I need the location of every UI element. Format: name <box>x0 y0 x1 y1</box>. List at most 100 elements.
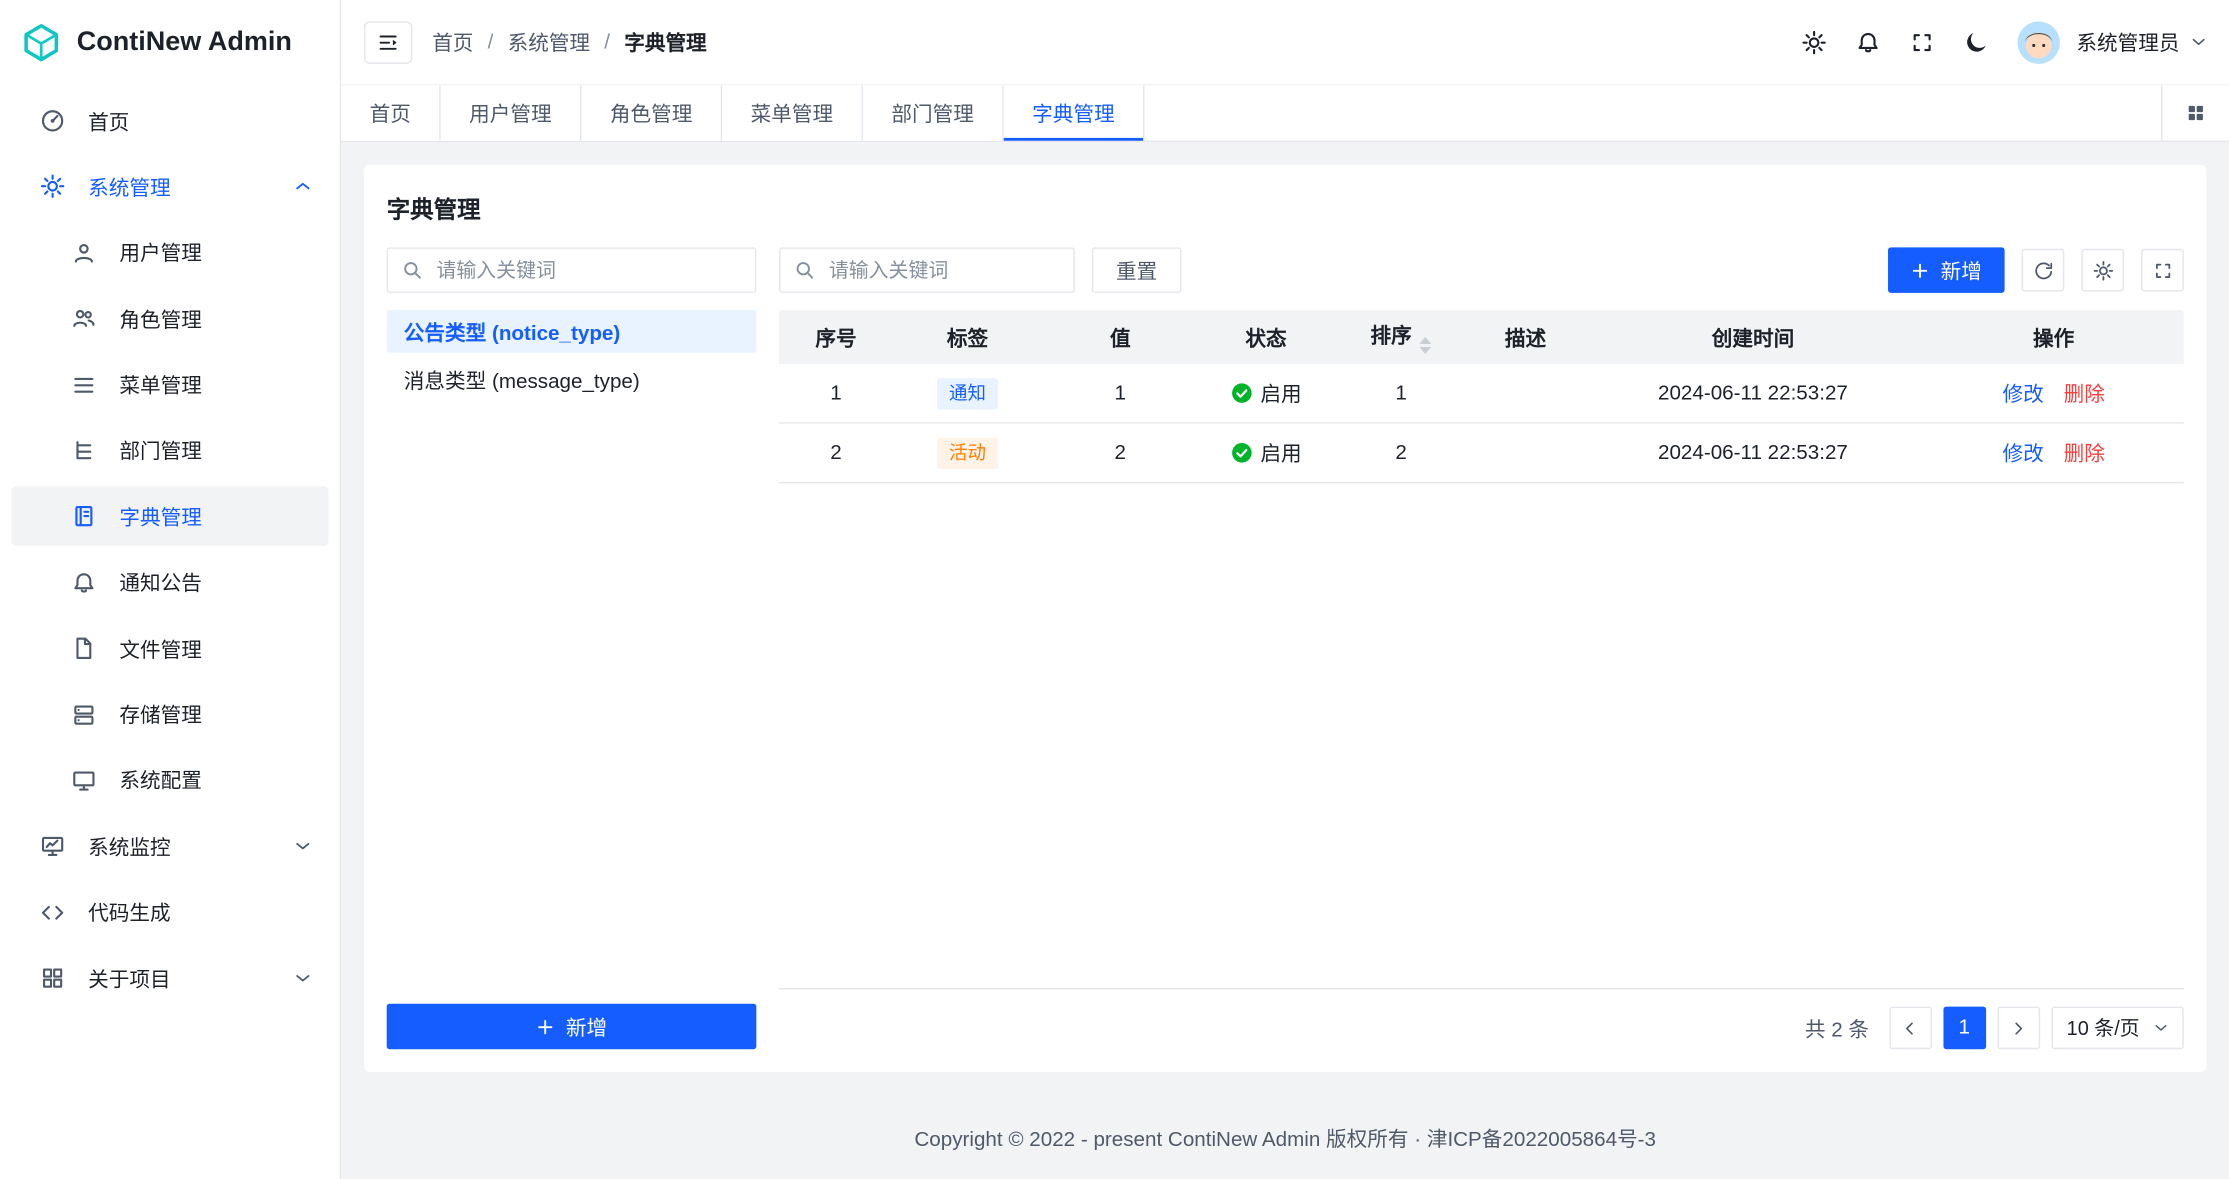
sidebar-item-about[interactable]: 关于项目 <box>11 948 328 1008</box>
cell-value: 2 <box>1042 441 1198 464</box>
tab-actions-icon[interactable] <box>2161 85 2229 140</box>
column-label: 标签 <box>893 322 1042 352</box>
edit-link[interactable]: 修改 <box>2002 384 2043 407</box>
sidebar-item-file-management[interactable]: 文件管理 <box>11 619 328 679</box>
main-area: 首页 / 系统管理 / 字典管理 <box>341 0 2229 1179</box>
breadcrumb: 首页 / 系统管理 / 字典管理 <box>432 27 706 57</box>
cell-no: 1 <box>779 382 893 405</box>
check-circle-icon <box>1230 382 1251 403</box>
sidebar-item-role-management[interactable]: 角色管理 <box>11 289 328 349</box>
cell-status: 启用 <box>1198 437 1333 468</box>
sidebar-item-label: 存储管理 <box>119 699 311 729</box>
cell-actions: 修改删除 <box>1924 378 2184 408</box>
user-name[interactable]: 系统管理员 <box>2076 27 2179 57</box>
plus-icon <box>536 1017 554 1035</box>
app-title: ContiNew Admin <box>77 27 292 58</box>
app-window: ContiNew Admin 首页 系统管理 <box>0 0 2229 1179</box>
table-row: 2 活动 2 启用 2 2024-06-11 22:53:27 <box>779 424 2184 484</box>
tag-badge: 活动 <box>938 437 998 468</box>
chevron-down-icon[interactable] <box>2191 34 2207 50</box>
sidebar-item-label: 用户管理 <box>119 238 311 268</box>
tree-icon <box>71 438 97 464</box>
tab-user-management[interactable]: 用户管理 <box>441 85 582 140</box>
sorter-icon[interactable] <box>1419 337 1432 354</box>
page-size-select[interactable]: 10 条/页 <box>2051 1007 2184 1050</box>
logo-icon <box>20 21 63 64</box>
edit-link[interactable]: 修改 <box>2002 444 2043 467</box>
dict-type-list: 公告类型 (notice_type) 消息类型 (message_type) <box>387 310 757 1004</box>
fullscreen-button[interactable] <box>1897 18 1945 66</box>
tab-dict-management[interactable]: 字典管理 <box>1004 85 1145 140</box>
topbar: 首页 / 系统管理 / 字典管理 <box>341 0 2229 85</box>
notifications-button[interactable] <box>1843 18 1891 66</box>
sidebar-item-system-monitor[interactable]: 系统监控 <box>11 816 328 876</box>
dict-type-add-button[interactable]: 新增 <box>387 1004 757 1049</box>
pagination-page-1[interactable]: 1 <box>1943 1007 1986 1050</box>
sidebar-item-user-management[interactable]: 用户管理 <box>11 223 328 283</box>
user-avatar[interactable] <box>2017 21 2060 64</box>
sidebar-item-label: 菜单管理 <box>119 370 311 400</box>
dict-item-search <box>779 247 1075 292</box>
tab-home[interactable]: 首页 <box>341 85 441 140</box>
settings-button[interactable] <box>1789 18 1837 66</box>
dict-item-search-input[interactable] <box>779 247 1075 292</box>
dict-type-item-notice[interactable]: 公告类型 (notice_type) <box>387 310 757 353</box>
add-button[interactable]: 新增 <box>1888 247 2005 292</box>
delete-link[interactable]: 删除 <box>2064 444 2105 467</box>
status-text: 启用 <box>1260 377 1301 407</box>
sidebar-item-menu-management[interactable]: 菜单管理 <box>11 355 328 415</box>
refresh-button[interactable] <box>2022 249 2065 292</box>
monitor-icon <box>71 768 97 794</box>
users-icon <box>71 306 97 332</box>
tab-department-management[interactable]: 部门管理 <box>863 85 1004 140</box>
sidebar-item-system-management[interactable]: 系统管理 <box>11 157 328 217</box>
breadcrumb-home[interactable]: 首页 <box>432 27 473 57</box>
sidebar-item-department-management[interactable]: 部门管理 <box>11 421 328 481</box>
sidebar-item-label: 通知公告 <box>119 568 311 598</box>
dict-type-item-message[interactable]: 消息类型 (message_type) <box>387 358 757 401</box>
cell-status: 启用 <box>1198 377 1333 408</box>
cell-no: 2 <box>779 441 893 464</box>
sidebar-item-code-generation[interactable]: 代码生成 <box>11 882 328 942</box>
sidebar-item-label: 代码生成 <box>88 897 311 927</box>
breadcrumb-system[interactable]: 系统管理 <box>508 27 590 57</box>
sidebar-item-label: 文件管理 <box>119 634 311 664</box>
storage-icon <box>71 702 97 728</box>
breadcrumb-separator: / <box>604 31 610 54</box>
sidebar-item-label: 系统管理 <box>88 172 271 202</box>
pagination: 共 2 条 1 10 条/页 <box>779 1007 2184 1050</box>
page-tabs: 首页 用户管理 角色管理 菜单管理 部门管理 字典管理 <box>341 85 2229 142</box>
chevron-down-icon <box>2154 1021 2168 1035</box>
column-sort: 排序 <box>1334 320 1469 354</box>
code-icon <box>40 899 66 925</box>
table-fullscreen-button[interactable] <box>2141 249 2184 292</box>
app-logo[interactable]: ContiNew Admin <box>0 0 340 85</box>
plus-icon <box>1911 261 1929 279</box>
column-settings-button[interactable] <box>2081 249 2124 292</box>
sidebar-item-label: 部门管理 <box>119 436 311 466</box>
sidebar-item-system-config[interactable]: 系统配置 <box>11 751 328 811</box>
file-icon <box>71 636 97 662</box>
dark-mode-button[interactable] <box>1951 18 1999 66</box>
search-icon <box>793 259 816 282</box>
sidebar-item-notice[interactable]: 通知公告 <box>11 553 328 613</box>
sidebar-item-home[interactable]: 首页 <box>11 91 328 151</box>
page-title: 字典管理 <box>387 191 2184 225</box>
table-header: 序号 标签 值 状态 排序 描述 创建时间 操作 <box>779 310 2184 364</box>
dict-type-search <box>387 247 757 292</box>
cell-sort: 1 <box>1334 382 1469 405</box>
sidebar-item-dict-management[interactable]: 字典管理 <box>11 487 328 547</box>
pagination-next-button[interactable] <box>1997 1007 2040 1050</box>
sidebar-item-storage-management[interactable]: 存储管理 <box>11 685 328 745</box>
cell-value: 1 <box>1042 382 1198 405</box>
delete-link[interactable]: 删除 <box>2064 384 2105 407</box>
sidebar-collapse-button[interactable] <box>364 21 412 64</box>
chevron-up-icon <box>294 178 311 195</box>
tab-role-management[interactable]: 角色管理 <box>581 85 722 140</box>
reset-button[interactable]: 重置 <box>1092 247 1182 292</box>
dict-item-table: 序号 标签 值 状态 排序 描述 创建时间 操作 <box>779 310 2184 990</box>
dict-type-search-input[interactable] <box>387 247 757 292</box>
tab-menu-management[interactable]: 菜单管理 <box>722 85 863 140</box>
pagination-prev-button[interactable] <box>1889 1007 1932 1050</box>
sidebar-item-label: 角色管理 <box>119 304 311 334</box>
